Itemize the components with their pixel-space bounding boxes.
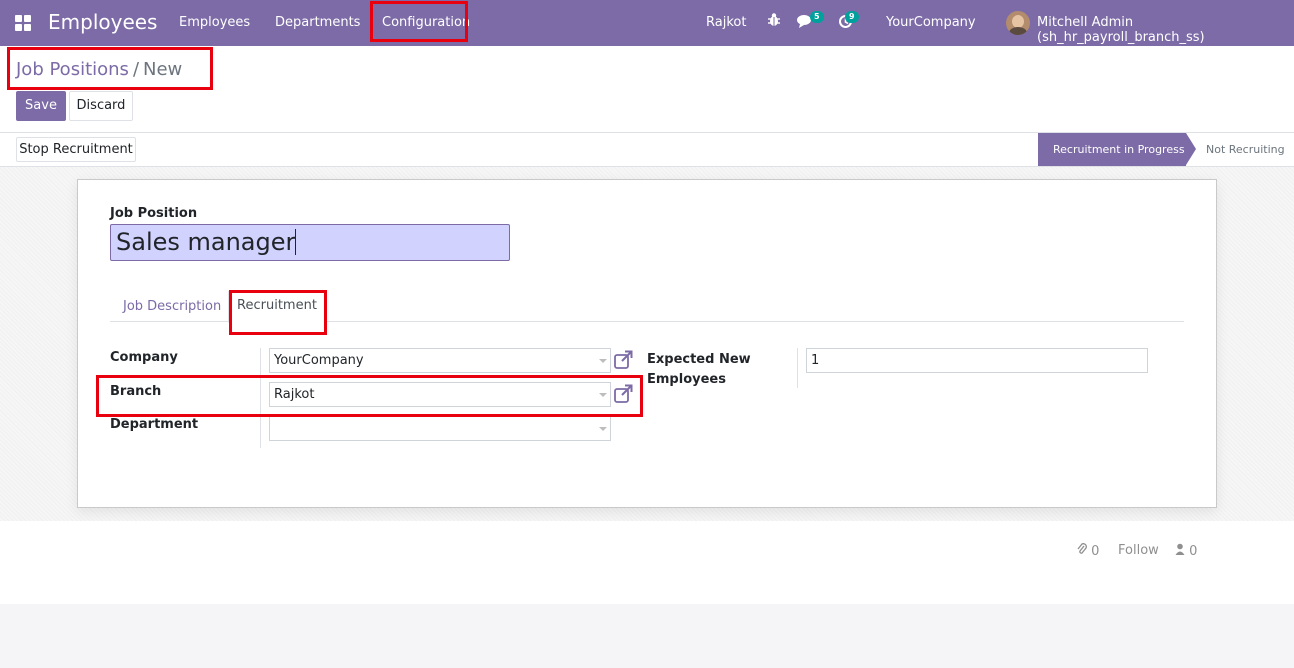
stage-recruitment-in-progress[interactable]: Recruitment in Progress xyxy=(1038,133,1196,166)
department-label: Department xyxy=(110,417,199,432)
tab-job-description[interactable]: Job Description xyxy=(123,299,221,314)
top-navbar: Employees Employees Departments Configur… xyxy=(0,0,1294,46)
menu-employees[interactable]: Employees xyxy=(179,15,250,30)
menu-configuration[interactable]: Configuration xyxy=(382,15,470,30)
form-sheet: Job Position Sales manager Job Descripti… xyxy=(77,179,1217,508)
company-dropdown-icon xyxy=(599,359,607,363)
expected-new-employees-label: Expected New Employees xyxy=(647,350,751,390)
notebook-tabs: Job Description Recruitment xyxy=(110,291,1184,323)
attachments-button[interactable]: 0 xyxy=(1077,543,1099,559)
apps-menu-icon[interactable] xyxy=(15,15,31,31)
user-avatar[interactable] xyxy=(1006,11,1030,35)
tab-recruitment[interactable]: Recruitment xyxy=(228,291,326,323)
breadcrumb-current: New xyxy=(143,59,183,80)
expected-label-line2: Employees xyxy=(647,372,726,387)
app-title[interactable]: Employees xyxy=(48,10,157,34)
stop-recruitment-button[interactable]: Stop Recruitment xyxy=(16,137,136,162)
branch-external-link-icon[interactable] xyxy=(613,384,633,404)
company-external-link-icon[interactable] xyxy=(613,350,633,370)
branch-value: Rajkot xyxy=(274,387,315,402)
discard-button[interactable]: Discard xyxy=(69,91,133,121)
followers-count: 0 xyxy=(1189,544,1198,559)
user-icon xyxy=(1175,543,1189,559)
department-dropdown-icon xyxy=(599,427,607,431)
company-switcher[interactable]: YourCompany xyxy=(886,15,976,30)
stage-not-recruiting[interactable]: Not Recruiting xyxy=(1206,133,1285,166)
messages-badge: 5 xyxy=(810,11,824,23)
company-select[interactable]: YourCompany xyxy=(269,348,611,373)
bug-icon[interactable] xyxy=(767,12,781,32)
save-button[interactable]: Save xyxy=(16,91,66,121)
job-position-value: Sales manager xyxy=(116,228,296,256)
user-menu[interactable]: Mitchell Admin (sh_hr_payroll_branch_ss) xyxy=(1037,15,1294,45)
branch-select[interactable]: Rajkot xyxy=(269,382,611,407)
label-separator xyxy=(260,348,261,448)
attachments-count: 0 xyxy=(1091,544,1100,559)
chatter: 0 Follow 0 xyxy=(0,521,1294,604)
branch-label: Branch xyxy=(110,384,162,399)
activities-badge: 9 xyxy=(845,11,859,23)
page-bottom xyxy=(0,604,1294,668)
expected-label-line1: Expected New xyxy=(647,352,751,367)
followers-button[interactable]: 0 xyxy=(1175,543,1197,559)
breadcrumb-separator: / xyxy=(132,59,140,80)
breadcrumb-job-positions[interactable]: Job Positions xyxy=(16,59,129,80)
form-statusbar: Stop Recruitment Recruitment in Progress… xyxy=(0,133,1294,167)
control-panel: Job Positions / New Save Discard xyxy=(0,46,1294,133)
menu-departments[interactable]: Departments xyxy=(275,15,360,30)
paperclip-icon xyxy=(1077,543,1091,559)
right-label-separator xyxy=(797,348,798,388)
expected-new-employees-input[interactable]: 1 xyxy=(806,348,1148,373)
follow-button[interactable]: Follow xyxy=(1118,543,1159,558)
company-label: Company xyxy=(110,350,178,365)
job-position-input[interactable]: Sales manager xyxy=(110,224,510,261)
company-value: YourCompany xyxy=(274,353,364,368)
department-select[interactable] xyxy=(269,416,611,441)
breadcrumb: Job Positions / New xyxy=(16,59,182,80)
branch-switcher[interactable]: Rajkot xyxy=(706,15,746,30)
job-position-label: Job Position xyxy=(110,206,198,221)
branch-dropdown-icon xyxy=(599,393,607,397)
